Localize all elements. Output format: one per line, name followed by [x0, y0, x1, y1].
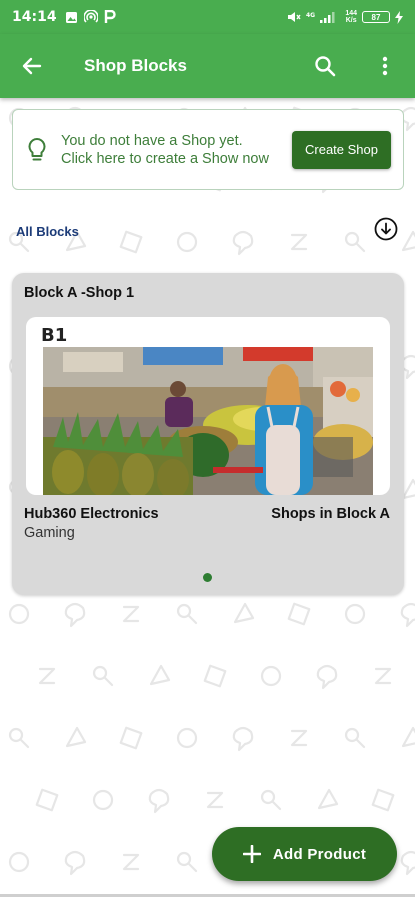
create-shop-banner[interactable]: You do not have a Shop yet. Click here t… [12, 109, 404, 190]
block-image-frame[interactable]: B1 [26, 317, 390, 495]
all-blocks-row: All Blocks [16, 216, 398, 246]
create-shop-button[interactable]: Create Shop [292, 130, 391, 169]
app-bar: Shop Blocks [0, 34, 415, 98]
block-title: Block A -Shop 1 [24, 285, 135, 301]
more-vert-icon [382, 56, 388, 76]
charging-icon [395, 10, 403, 24]
download-button[interactable] [374, 217, 398, 246]
hotspot-icon [83, 10, 98, 23]
bottom-divider [0, 894, 415, 897]
status-bar: 14:14 4G 144 K/s 87 [0, 0, 415, 34]
no-shop-message: You do not have a Shop yet. Click here t… [61, 132, 269, 167]
lightbulb-icon-wrap [13, 137, 61, 163]
app-bar-actions [295, 34, 415, 98]
page-title: Shop Blocks [84, 56, 187, 75]
download-circle-icon [374, 217, 398, 240]
lightbulb-icon [28, 137, 46, 160]
status-time: 14:14 [12, 9, 57, 25]
status-system-icons: 4G 144 K/s 87 [287, 10, 403, 24]
svg-text:4G: 4G [306, 12, 315, 19]
search-button[interactable] [295, 34, 355, 98]
plus-icon [242, 845, 261, 863]
add-product-button[interactable]: Add Product [212, 827, 397, 881]
network-speed: 144 K/s [345, 10, 357, 24]
status-notification-icons [65, 10, 116, 24]
shop-name: Hub360 Electronics [24, 506, 159, 522]
carousel-page-indicator [203, 573, 212, 582]
battery-indicator: 87 [362, 11, 390, 23]
p-app-icon [104, 10, 116, 23]
more-options-button[interactable] [355, 34, 415, 98]
add-product-label: Add Product [272, 845, 367, 863]
all-blocks-link[interactable]: All Blocks [16, 224, 79, 239]
back-button[interactable] [0, 34, 64, 98]
arrow-back-icon [22, 57, 42, 75]
mute-icon [288, 12, 301, 22]
gallery-icon [65, 11, 77, 23]
signal-4g-icon: 4G [306, 11, 335, 23]
shops-in-block-link[interactable]: Shops in Block A [271, 506, 390, 522]
shop-category: Gaming [24, 525, 75, 541]
block-image-label: B1 [41, 325, 68, 346]
search-icon [315, 56, 336, 77]
battery-level: 87 [371, 12, 381, 22]
block-card[interactable]: Block A -Shop 1 B1 Hub360 Electronics Ga… [12, 273, 404, 595]
supermarket-photo [43, 347, 373, 495]
